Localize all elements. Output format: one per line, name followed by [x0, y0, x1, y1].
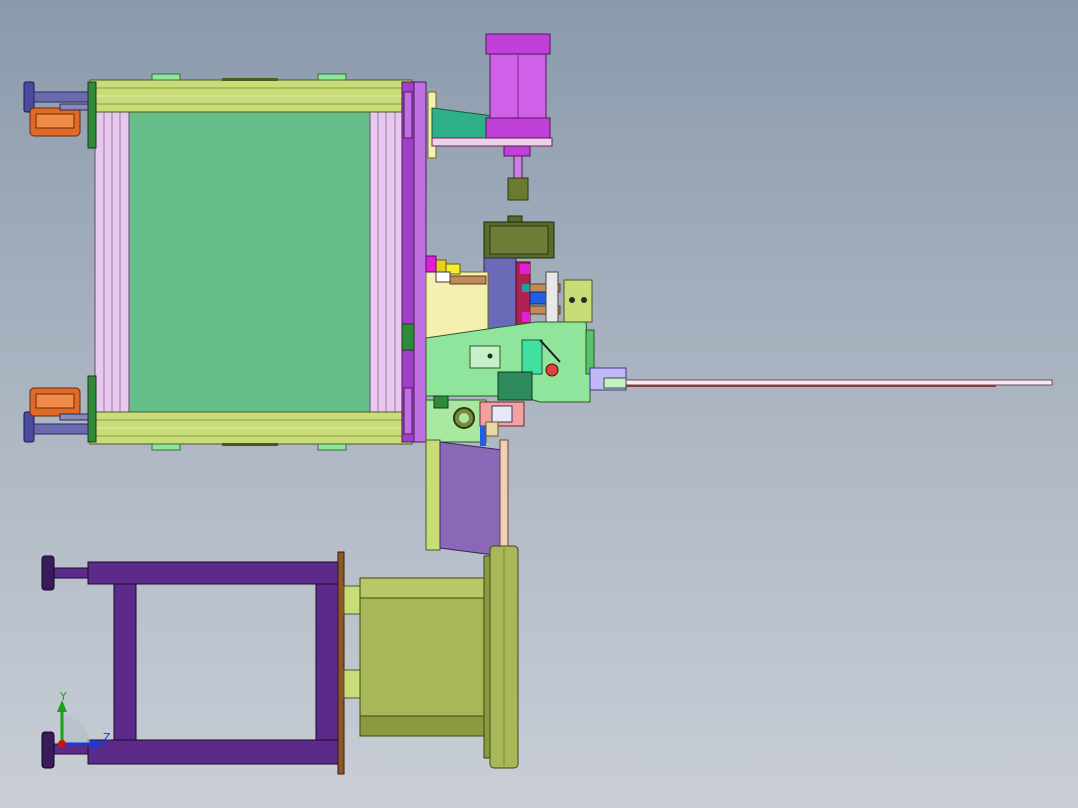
x-axis-point	[58, 740, 66, 748]
green-panel	[127, 111, 373, 413]
axis-triad: Y Z	[57, 690, 111, 749]
cad-viewport[interactable]: Y Z	[0, 0, 1078, 808]
upper-frame-assembly	[87, 73, 427, 451]
central-mechanism	[401, 215, 627, 446]
long-rod	[625, 379, 1053, 387]
lower-stand	[41, 545, 519, 775]
caster-top	[23, 81, 89, 137]
y-axis-label: Y	[59, 690, 67, 703]
z-axis-label: Z	[103, 731, 111, 744]
slide-plate	[425, 439, 509, 557]
cad-drawing: Y Z	[23, 33, 1053, 775]
pneumatic-cylinder	[427, 33, 553, 201]
caster-bottom	[23, 387, 89, 443]
right-side-rail	[369, 107, 405, 415]
